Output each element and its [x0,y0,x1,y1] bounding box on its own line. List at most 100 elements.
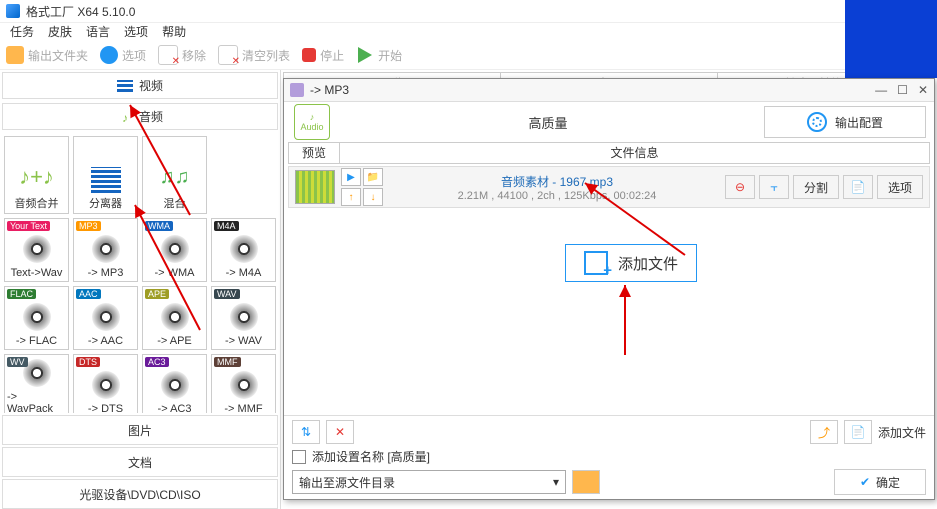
add-file-label: 添加文件 [618,253,678,274]
file-row[interactable]: ▶ 📁 ↑ ↓ 音频素材 - 1967.mp3 2.21M , 44100 , … [288,166,930,208]
add-file-icon [584,251,608,275]
crop-button[interactable]: ⫟ [759,175,789,199]
category-audio[interactable]: ♪ 音频 [2,103,278,130]
format-label: -> WMA [154,267,194,279]
output-folder-label[interactable]: 输出文件夹 [28,47,88,64]
clear-label[interactable]: 清空列表 [242,47,290,64]
format-tag: FLAC [7,289,36,299]
menu-help[interactable]: 帮助 [162,23,186,41]
split-button[interactable]: 分割 [793,175,839,199]
play-file-button[interactable]: ▶ [341,168,361,186]
file-thumbnail [295,170,335,204]
format-dts[interactable]: DTS -> DTS [73,354,138,413]
format-label: -> M4A [226,267,262,279]
audio-format-icon: ♪Audio [294,104,330,140]
add-file-button[interactable]: 添加文件 [565,244,697,282]
row-options-button[interactable]: 选项 [877,175,923,199]
format-label: -> MMF [224,403,262,413]
category-disc[interactable]: 光驱设备\DVD\CD\ISO [2,479,278,509]
format-flac[interactable]: FLAC -> FLAC [4,286,69,350]
dialog-titlebar: -> MP3 — ☐ ✕ [284,79,934,102]
format-wavpack[interactable]: WV -> WavPack [4,354,69,413]
format-mmf[interactable]: MMF -> MMF [211,354,276,413]
remove-icon[interactable] [158,45,178,65]
dialog-maximize[interactable]: ☐ [897,83,908,97]
format-mp3[interactable]: MP3 -> MP3 [73,218,138,282]
options-label[interactable]: 选项 [122,47,146,64]
disc-icon [87,369,125,401]
open-folder-button[interactable]: 📁 [363,168,383,186]
dialog-title: -> MP3 [310,83,349,97]
format-aac[interactable]: AAC -> AAC [73,286,138,350]
quality-label[interactable]: 高质量 [340,113,756,132]
menu-lang[interactable]: 语言 [86,23,110,41]
output-config-button[interactable]: 输出配置 [764,106,926,138]
clear-icon[interactable] [218,45,238,65]
move-up-button[interactable]: ↑ [341,188,361,206]
row-options-icon[interactable]: 📄 [843,175,873,199]
menu-task[interactable]: 任务 [10,23,34,41]
disc-icon [225,233,263,265]
remove-all-button[interactable]: ✕ [326,420,354,444]
start-icon[interactable] [356,46,374,64]
splitter-icon [91,167,121,193]
category-video[interactable]: 视频 [2,72,278,99]
menu-skin[interactable]: 皮肤 [48,23,72,41]
stop-icon[interactable] [302,48,316,62]
film-icon [117,80,133,92]
filecol-info[interactable]: 文件信息 [340,143,929,163]
format-tag: DTS [76,357,100,367]
format-ape[interactable]: APE -> APE [142,286,207,350]
menu-options[interactable]: 选项 [124,23,148,41]
format-ac3[interactable]: AC3 -> AC3 [142,354,207,413]
format-tag: M4A [214,221,239,231]
format-textwav[interactable]: Your Text Text->Wav [4,218,69,282]
format-m4a[interactable]: M4A -> M4A [211,218,276,282]
tool-merge-label: 音频合并 [15,195,59,211]
format-tag: Your Text [7,221,50,231]
chevron-down-icon: ▾ [553,475,559,489]
stop-label[interactable]: 停止 [320,47,344,64]
dialog-icon [290,83,304,97]
options-icon[interactable] [100,46,118,64]
category-document-label: 文档 [128,454,152,471]
menu-bar: 任务 皮肤 语言 选项 帮助 [0,23,937,41]
format-tag: AAC [76,289,101,299]
disc-icon [18,233,56,265]
tool-mix[interactable]: ♫♫ 混合 [142,136,207,214]
output-folder-icon[interactable] [6,46,24,64]
delete-file-button[interactable]: ⊖ [725,175,755,199]
move-down-button[interactable]: ↓ [363,188,383,206]
filecol-preview[interactable]: 预览 [289,143,340,163]
check-icon: ✔ [860,475,870,489]
tool-merge[interactable]: ♪+♪ 音频合并 [4,136,69,214]
category-video-label: 视频 [139,77,163,94]
dialog-close[interactable]: ✕ [918,83,928,97]
format-tag: WV [7,357,28,367]
format-wav[interactable]: WAV -> WAV [211,286,276,350]
browse-folder-button[interactable] [572,470,600,494]
sort-button[interactable]: ⇅ [292,420,320,444]
format-tag: APE [145,289,169,299]
add-set-name-checkbox[interactable] [292,450,306,464]
tool-splitter[interactable]: 分离器 [73,136,138,214]
add-file-small-icon[interactable]: 📄 [844,420,872,444]
category-picture[interactable]: 图片 [2,415,278,445]
disc-icon [156,233,194,265]
disc-icon [156,369,194,401]
export-button[interactable]: ⤴ [810,420,838,444]
disc-icon [87,233,125,265]
dialog-minimize[interactable]: — [875,83,887,97]
start-label[interactable]: 开始 [378,47,402,64]
format-wma[interactable]: WMA -> WMA [142,218,207,282]
category-disc-label: 光驱设备\DVD\CD\ISO [79,486,200,503]
format-label: -> WAV [225,335,262,347]
file-name: 音频素材 - 1967.mp3 [389,173,725,190]
output-path-dropdown[interactable]: 输出至源文件目录 ▾ [292,470,566,494]
add-file-small-label[interactable]: 添加文件 [878,424,926,441]
remove-label[interactable]: 移除 [182,47,206,64]
output-config-label: 输出配置 [835,114,883,131]
ok-button[interactable]: ✔ 确定 [834,469,926,495]
format-label: -> APE [157,335,192,347]
category-document[interactable]: 文档 [2,447,278,477]
